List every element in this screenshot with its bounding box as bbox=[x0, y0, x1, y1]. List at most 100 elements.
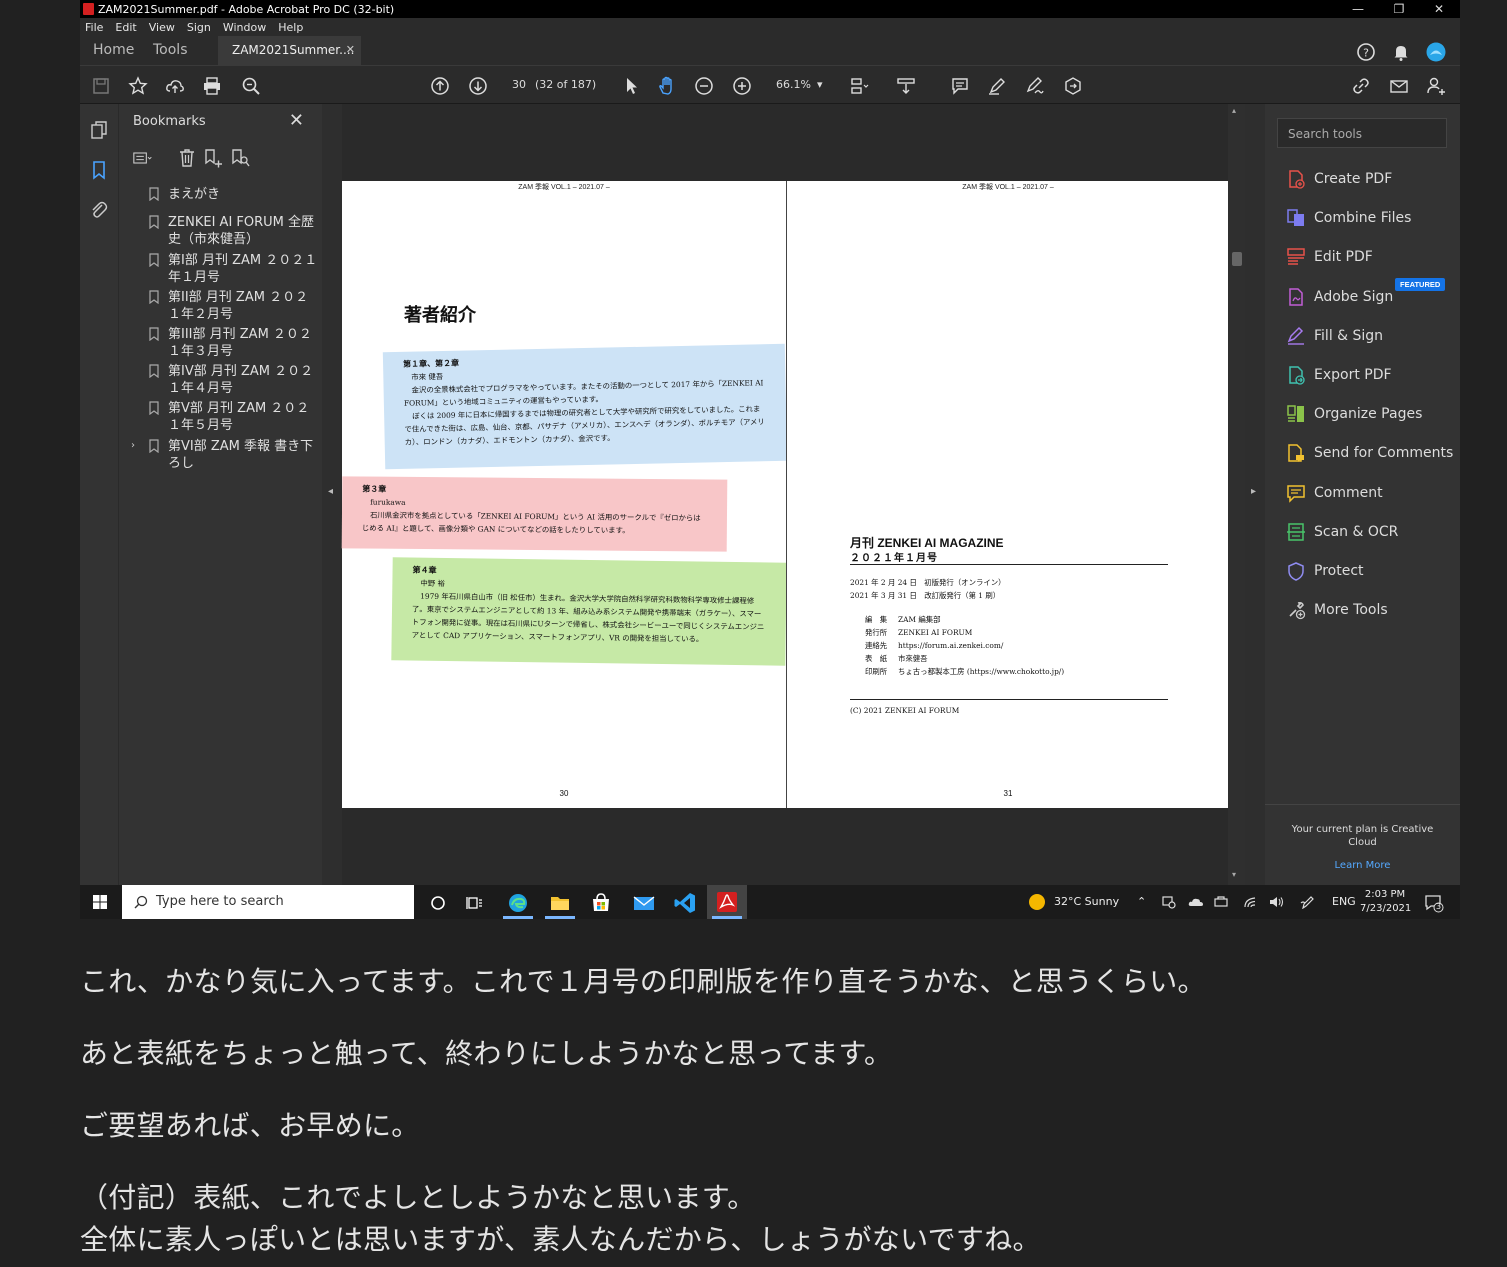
learn-more-link[interactable]: Learn More bbox=[1265, 859, 1460, 872]
tool-edit-pdf[interactable]: Edit PDF bbox=[1285, 245, 1455, 269]
acrobat-taskbar-button[interactable] bbox=[707, 885, 747, 919]
menu-view[interactable]: View bbox=[149, 21, 175, 34]
scrollbar-thumb[interactable] bbox=[1232, 252, 1242, 266]
add-comment-icon[interactable] bbox=[949, 75, 971, 97]
tool-create-pdf[interactable]: Create PDF bbox=[1285, 167, 1455, 191]
select-cursor-icon[interactable] bbox=[620, 75, 642, 97]
vscode-icon[interactable] bbox=[673, 891, 697, 915]
bookmark-expand-icon[interactable]: › bbox=[131, 440, 135, 451]
wifi-icon[interactable] bbox=[1243, 895, 1259, 909]
bookmark-item[interactable]: 第I部 月刊 ZAM ２０２１年１月号 bbox=[168, 252, 318, 286]
menu-window[interactable]: Window bbox=[223, 21, 266, 34]
show-hidden-icons-icon[interactable]: ⌃ bbox=[1137, 895, 1146, 908]
save-icon[interactable] bbox=[90, 75, 112, 97]
onedrive-icon[interactable] bbox=[1188, 895, 1204, 909]
tab-document[interactable]: ZAM2021Summer.... ✕ bbox=[218, 36, 361, 66]
weather-text[interactable]: 32°C Sunny bbox=[1054, 895, 1119, 908]
menu-help[interactable]: Help bbox=[278, 21, 303, 34]
delete-bookmark-icon[interactable] bbox=[177, 148, 197, 168]
collapse-left-pane-icon[interactable]: ◂ bbox=[328, 486, 333, 497]
hand-tool-icon[interactable] bbox=[656, 75, 678, 97]
upload-cloud-icon[interactable] bbox=[164, 75, 186, 97]
page-number-input[interactable]: 30 bbox=[512, 78, 526, 91]
menu-file[interactable]: File bbox=[85, 21, 103, 34]
tool-comment[interactable]: Comment bbox=[1285, 481, 1455, 505]
scroll-mode-icon[interactable] bbox=[895, 75, 917, 97]
email-icon[interactable] bbox=[1388, 75, 1410, 97]
bookmark-item[interactable]: 第VI部 ZAM 季報 書き下ろし bbox=[168, 438, 318, 472]
zoom-out-icon[interactable] bbox=[693, 75, 715, 97]
task-view-icon[interactable] bbox=[463, 891, 487, 915]
previous-page-icon[interactable] bbox=[429, 75, 451, 97]
bookmark-star-icon[interactable] bbox=[127, 75, 149, 97]
windows-start-icon[interactable] bbox=[93, 895, 107, 909]
bookmark-item[interactable]: 第II部 月刊 ZAM ２０２１年２月号 bbox=[168, 289, 318, 323]
bookmark-options-icon[interactable] bbox=[133, 148, 153, 168]
zoom-in-icon[interactable] bbox=[731, 75, 753, 97]
edge-browser-icon[interactable] bbox=[506, 891, 530, 915]
cortana-icon[interactable] bbox=[426, 891, 450, 915]
notifications-bell-icon[interactable] bbox=[1391, 42, 1411, 62]
tool-adobe-sign[interactable]: Adobe Sign bbox=[1285, 285, 1455, 309]
right-pane-splitter[interactable]: ▸ bbox=[1245, 104, 1265, 885]
share-send-icon[interactable] bbox=[1062, 75, 1084, 97]
menu-edit[interactable]: Edit bbox=[115, 21, 136, 34]
bookmark-item[interactable]: ZENKEI AI FORUM 全歴史（市來健吾） bbox=[168, 214, 318, 248]
page-display-icon[interactable] bbox=[848, 75, 870, 97]
taskbar-search-input[interactable]: Type here to search bbox=[122, 885, 414, 919]
help-icon[interactable]: ? bbox=[1356, 42, 1376, 62]
scroll-up-icon[interactable]: ▴ bbox=[1232, 106, 1236, 115]
meet-now-icon[interactable] bbox=[1162, 895, 1176, 909]
minimize-button[interactable]: — bbox=[1338, 0, 1378, 18]
attachments-icon[interactable] bbox=[89, 200, 109, 220]
store-icon[interactable] bbox=[589, 891, 613, 915]
bookmark-item[interactable]: 第IV部 月刊 ZAM ２０２１年４月号 bbox=[168, 363, 318, 397]
mail-icon[interactable] bbox=[632, 891, 656, 915]
close-panel-icon[interactable]: ✕ bbox=[289, 110, 304, 131]
tool-organize-pages[interactable]: Organize Pages bbox=[1285, 402, 1455, 426]
restore-button[interactable]: ❐ bbox=[1379, 0, 1419, 18]
search-tools-input[interactable]: Search tools bbox=[1277, 118, 1447, 148]
tool-scan-ocr[interactable]: Scan & OCR bbox=[1285, 520, 1455, 544]
share-link-icon[interactable] bbox=[1350, 75, 1372, 97]
document-view[interactable]: ZAM 季報 VOL.1 – 2021.07 – 著者紹介 第１章、第２章 市來… bbox=[341, 104, 1229, 885]
bookmark-item[interactable]: まえがき bbox=[168, 186, 318, 203]
find-zoom-icon[interactable] bbox=[240, 75, 262, 97]
next-page-icon[interactable] bbox=[467, 75, 489, 97]
find-bookmark-icon[interactable] bbox=[230, 148, 250, 168]
zoom-level-select[interactable]: 66.1% bbox=[776, 78, 811, 91]
new-bookmark-icon[interactable] bbox=[203, 148, 223, 168]
active-app-indicator bbox=[712, 916, 742, 919]
draw-sign-icon[interactable] bbox=[1024, 75, 1046, 97]
left-pane-splitter[interactable]: ◂ bbox=[322, 104, 342, 885]
tab-home[interactable]: Home bbox=[93, 36, 134, 66]
file-explorer-icon[interactable] bbox=[548, 891, 572, 915]
pen-ink-icon[interactable] bbox=[1300, 895, 1316, 909]
add-user-icon[interactable] bbox=[1425, 75, 1447, 97]
print-icon[interactable] bbox=[201, 75, 223, 97]
volume-icon[interactable] bbox=[1269, 895, 1285, 909]
close-button[interactable]: ✕ bbox=[1419, 0, 1459, 18]
scroll-down-icon[interactable]: ▾ bbox=[1232, 870, 1236, 879]
zoom-dropdown-chevron-icon[interactable]: ▾ bbox=[817, 78, 823, 91]
tool-more-tools[interactable]: More Tools bbox=[1285, 598, 1455, 622]
account-avatar-icon[interactable] bbox=[1426, 42, 1446, 62]
tool-export-pdf[interactable]: Export PDF bbox=[1285, 363, 1455, 387]
bookmark-item[interactable]: 第III部 月刊 ZAM ２０２１年３月号 bbox=[168, 326, 318, 360]
page-thumbnails-icon[interactable] bbox=[89, 120, 109, 140]
bookmark-item[interactable]: 第V部 月刊 ZAM ２０２１年５月号 bbox=[168, 400, 318, 434]
document-scrollbar[interactable]: ▴ ▾ bbox=[1228, 104, 1245, 885]
collapse-right-pane-icon[interactable]: ▸ bbox=[1251, 486, 1256, 497]
network-device-icon[interactable] bbox=[1214, 895, 1230, 909]
menu-sign[interactable]: Sign bbox=[187, 21, 211, 34]
tool-send-for-comments[interactable]: Send for Comments bbox=[1285, 441, 1455, 465]
tool-combine-files[interactable]: Combine Files bbox=[1285, 206, 1455, 230]
tab-tools[interactable]: Tools bbox=[153, 36, 188, 66]
bookmarks-panel-icon[interactable] bbox=[89, 160, 109, 180]
highlight-pen-icon[interactable] bbox=[986, 75, 1008, 97]
input-language[interactable]: ENG bbox=[1332, 895, 1356, 908]
clock[interactable]: 2:03 PM 7/23/2021 bbox=[1360, 888, 1411, 916]
tool-fill-sign[interactable]: Fill & Sign bbox=[1285, 324, 1455, 348]
tool-protect[interactable]: Protect bbox=[1285, 559, 1455, 583]
close-tab-icon[interactable]: ✕ bbox=[346, 36, 355, 64]
